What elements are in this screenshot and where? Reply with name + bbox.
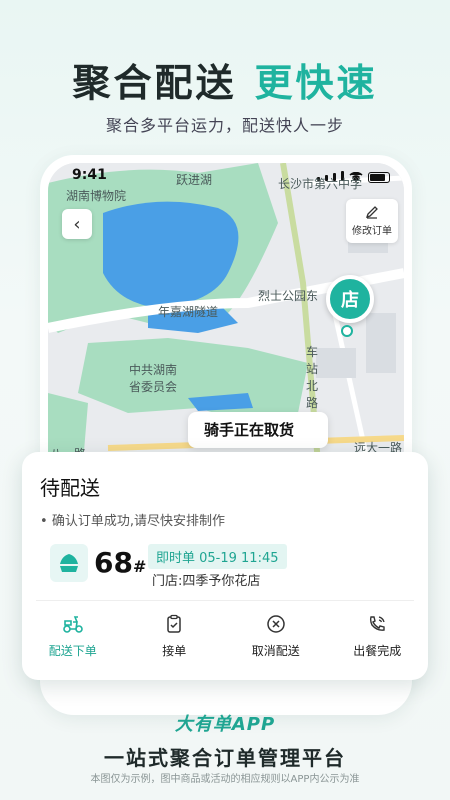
hero-title-right: 更快速 (254, 61, 378, 105)
edit-order-label: 修改订单 (352, 226, 392, 237)
order-status-title: 待配送 (40, 476, 100, 500)
status-time: 9:41 (72, 167, 107, 183)
action-label: 出餐完成 (353, 644, 402, 658)
back-button[interactable]: ‹ (62, 209, 92, 239)
order-note-text: 确认订单成功,请尽快安排制作 (51, 514, 225, 529)
disclaimer: 本图仅为示例，图中商品或活动的相应规则以APP内公示为准 (90, 774, 360, 785)
edit-order-button[interactable]: 修改订单 (346, 199, 398, 243)
action-label: 接单 (162, 644, 187, 658)
store-pin[interactable]: 店 (326, 275, 374, 323)
action-label: 取消配送 (251, 644, 300, 658)
map-label-lake: 跃进湖 (176, 173, 213, 187)
hero-title: 聚合配送 更快速 (0, 52, 450, 107)
hero-title-left: 聚合配送 (72, 61, 237, 105)
brand-name: 大有单APP (174, 714, 276, 735)
chevron-left-icon: ‹ (73, 213, 81, 235)
cancel-circle-icon (267, 615, 285, 633)
order-actions: 配送下单 接单 取消配送 出餐完成 (22, 614, 428, 659)
order-type-tag: 即时单 05-19 11:45 (148, 544, 287, 569)
order-number: 68# (94, 546, 146, 579)
rider-status-bubble: 骑手正在取货 (188, 412, 328, 448)
phone-ring-icon (370, 616, 385, 631)
order-number-value: 68 (94, 546, 133, 579)
brand-slogan: 一站式聚合订单管理平台 (104, 746, 346, 770)
map-label-tunnel: 年嘉湖隧道 (158, 305, 219, 319)
hero-subtitle: 聚合多平台运力，配送快人一步 (105, 116, 344, 135)
map-label-road-north: 车站北路 (306, 345, 319, 410)
platform-logo-icon (50, 544, 88, 582)
action-meal-ready-button[interactable]: 出餐完成 (327, 614, 429, 659)
map-label-committee: 中共湖南省委员会 (128, 363, 177, 394)
action-cancel-delivery-button[interactable]: 取消配送 (225, 614, 327, 659)
divider (36, 600, 414, 601)
footer-tagline: 大有单APP 一站式聚合订单管理平台 (0, 710, 450, 771)
order-note: • 确认订单成功,请尽快安排制作 (40, 514, 225, 529)
map-label-park: 烈士公园东 (258, 289, 319, 303)
action-delivery-order-button[interactable]: 配送下单 (22, 614, 124, 659)
map-label-school: 长沙市第六中学 (278, 177, 363, 191)
edit-pencil-icon (365, 206, 378, 219)
action-accept-order-button[interactable]: 接单 (124, 614, 226, 659)
map-label-museum: 湖南博物院 (66, 189, 127, 203)
order-number-suffix: # (132, 557, 147, 576)
clipboard-check-icon (167, 614, 181, 633)
order-card[interactable]: 待配送 • 确认订单成功,请尽快安排制作 68# 即时单 05-19 11:45… (22, 452, 428, 680)
store-location-dot (341, 325, 353, 337)
order-store: 门店:四季予你花店 (152, 574, 261, 589)
delivery-scooter-icon (62, 616, 83, 633)
action-label: 配送下单 (48, 644, 97, 658)
battery-icon (368, 171, 390, 183)
